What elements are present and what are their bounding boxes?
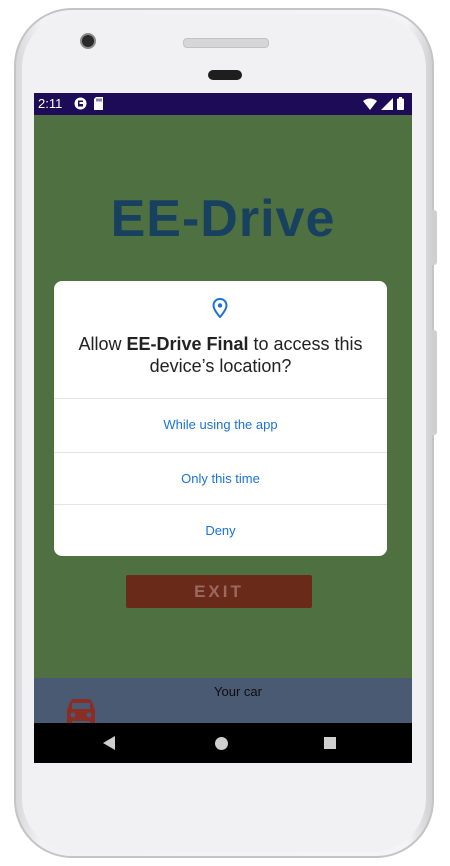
proximity-sensor [208, 70, 242, 80]
sd-card-icon [94, 97, 103, 110]
wifi-icon [363, 98, 377, 110]
status-left-icons [74, 97, 104, 110]
dialog-title: Allow EE-Drive Final to access this devi… [68, 333, 373, 377]
dialog-title-prefix: Allow [78, 334, 127, 354]
signal-icon [381, 97, 393, 110]
app-logo: EE-Drive [110, 190, 336, 248]
front-camera [80, 33, 96, 49]
location-permission-dialog: Allow EE-Drive Final to access this devi… [54, 281, 387, 556]
status-bar: 2:11 [34, 93, 412, 115]
deny-button[interactable]: Deny [54, 504, 387, 556]
notification-icon [74, 97, 87, 110]
battery-icon [397, 97, 404, 110]
recents-icon[interactable] [324, 737, 336, 749]
earpiece-speaker [183, 38, 269, 48]
car-icon [67, 699, 95, 724]
while-using-app-button[interactable]: While using the app [54, 398, 387, 450]
your-car-label: Your car [214, 684, 262, 699]
status-right-icons [363, 97, 404, 110]
location-pin-icon [212, 298, 228, 318]
volume-button [432, 330, 437, 435]
home-icon[interactable] [215, 737, 228, 750]
dialog-title-app-name: EE-Drive Final [126, 334, 249, 354]
navigation-bar [34, 723, 412, 763]
power-button [432, 210, 437, 265]
back-icon[interactable] [102, 736, 116, 750]
only-this-time-button[interactable]: Only this time [54, 452, 387, 504]
status-time: 2:11 [38, 96, 63, 111]
exit-button[interactable]: EXIT [126, 575, 312, 608]
